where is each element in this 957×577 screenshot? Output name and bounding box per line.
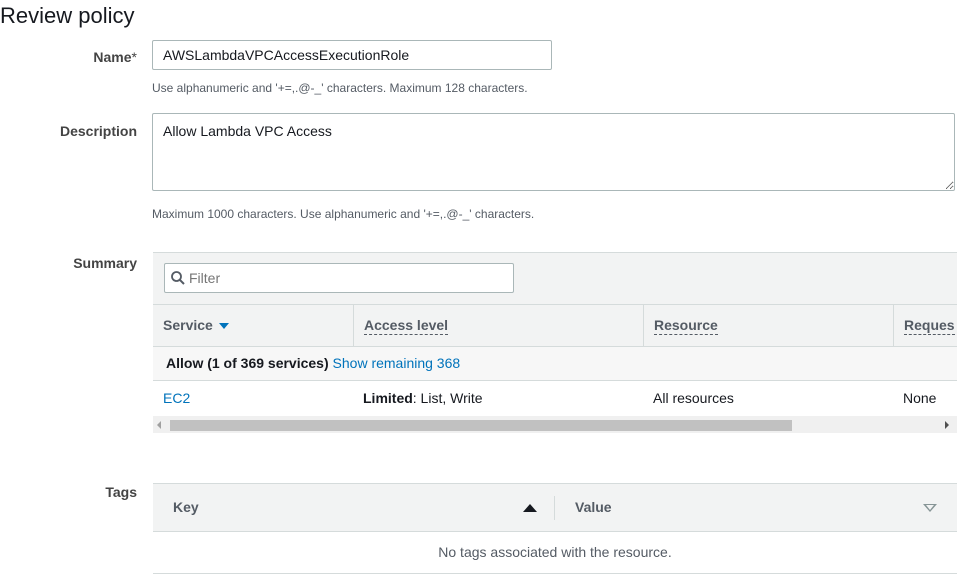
column-header-resource[interactable]: Resource xyxy=(643,305,893,346)
service-link-ec2[interactable]: EC2 xyxy=(163,381,190,415)
access-level-strong: Limited xyxy=(363,390,413,406)
name-input[interactable] xyxy=(152,40,552,70)
horizontal-scrollbar[interactable] xyxy=(153,416,957,433)
summary-label: Summary xyxy=(73,255,137,271)
column-header-request-condition[interactable]: Reques xyxy=(893,305,957,346)
request-condition-header-label: Reques xyxy=(904,317,955,335)
allow-group-row: Allow (1 of 369 services) Show remaining… xyxy=(153,347,957,381)
column-header-key[interactable]: Key xyxy=(173,484,199,531)
required-mark: * xyxy=(131,49,137,65)
column-header-access-level[interactable]: Access level xyxy=(353,305,643,346)
scroll-left-icon[interactable] xyxy=(157,421,161,429)
access-level-rest: : List, Write xyxy=(412,390,483,406)
scroll-right-icon[interactable] xyxy=(945,421,949,429)
access-level-cell: Limited: List, Write xyxy=(363,381,483,415)
column-header-value[interactable]: Value xyxy=(575,484,612,531)
show-remaining-link[interactable]: Show remaining 368 xyxy=(333,355,461,371)
description-textarea[interactable]: Allow Lambda VPC Access xyxy=(152,113,955,191)
tags-table: Key Value No tags associated with the re… xyxy=(153,483,957,574)
filter-bar xyxy=(153,253,957,304)
name-hint: Use alphanumeric and '+=,.@-_' character… xyxy=(152,81,528,95)
column-header-service[interactable]: Service xyxy=(153,305,353,346)
empty-tags-message: No tags associated with the resource. xyxy=(438,544,672,560)
column-divider xyxy=(554,496,555,520)
sort-asc-icon[interactable] xyxy=(523,504,537,512)
allow-group-label: Allow (1 of 369 services) xyxy=(166,355,329,371)
sort-dropdown-inner xyxy=(926,505,934,510)
description-label: Description xyxy=(59,123,137,139)
access-level-header-label: Access level xyxy=(364,317,449,335)
filter-input[interactable] xyxy=(164,263,514,293)
name-label: Name* xyxy=(0,49,137,65)
page-title: Review policy xyxy=(0,3,135,28)
table-row: EC2 Limited: List, Write All resources N… xyxy=(153,381,957,415)
description-hint: Maximum 1000 characters. Use alphanumeri… xyxy=(152,207,535,221)
service-header-label: Service xyxy=(163,317,213,333)
resource-cell: All resources xyxy=(653,390,734,406)
sort-desc-icon xyxy=(218,323,229,330)
tags-header-row: Key Value xyxy=(153,484,957,532)
name-label-text: Name xyxy=(93,49,132,65)
search-icon xyxy=(171,271,185,285)
summary-table: Service Access level Resource Reques All… xyxy=(153,252,957,433)
request-condition-cell: None xyxy=(903,390,937,406)
resource-header-label: Resource xyxy=(654,317,718,335)
tags-label: Tags xyxy=(105,484,137,500)
scrollbar-thumb[interactable] xyxy=(170,420,792,431)
summary-header-row: Service Access level Resource Reques xyxy=(153,304,957,347)
